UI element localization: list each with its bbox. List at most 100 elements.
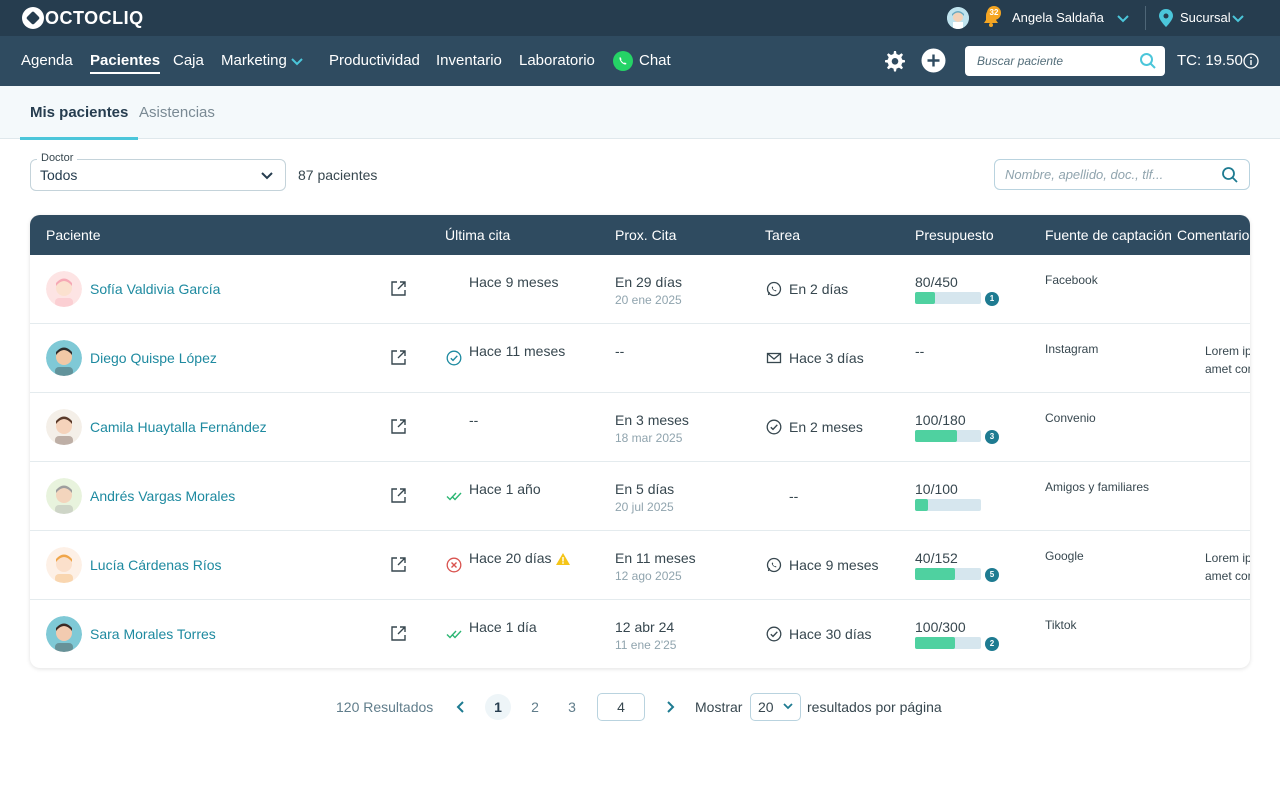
page-3[interactable]: 3 — [559, 694, 585, 720]
col-ultima-cita[interactable]: Última cita — [445, 227, 510, 243]
check-circle-icon — [766, 419, 782, 435]
budget-progress-fill — [915, 292, 935, 304]
comment: Lorem ipsum dolor sit amet consectetur — [1205, 342, 1250, 378]
table-row[interactable]: Sara Morales Torres Hace 1 día 12 abr 24 11… — [30, 600, 1250, 668]
table-search-input[interactable] — [995, 160, 1215, 189]
open-external-icon[interactable] — [390, 418, 407, 435]
info-icon[interactable] — [1243, 53, 1259, 69]
patient-name-link[interactable]: Diego Quispe López — [90, 350, 217, 366]
chevron-down-icon[interactable] — [782, 700, 794, 712]
table-row[interactable]: Camila Huaytalla Fernández -- En 3 meses 18… — [30, 393, 1250, 462]
col-paciente[interactable]: Paciente — [46, 227, 100, 243]
budget-progress — [915, 568, 981, 580]
chevron-right-icon[interactable] — [663, 700, 677, 714]
doctor-select-label: Doctor — [37, 152, 78, 164]
whatsapp-icon — [766, 281, 782, 297]
user-avatar[interactable] — [947, 7, 969, 29]
next-appointment: En 5 días — [615, 481, 675, 497]
results-count: 120 Resultados — [336, 699, 434, 715]
open-external-icon[interactable] — [390, 556, 407, 573]
budget: -- — [915, 343, 925, 359]
open-external-icon[interactable] — [390, 487, 407, 504]
budget: 100/300 — [915, 619, 966, 635]
chevron-left-icon[interactable] — [454, 700, 468, 714]
exchange-rate: TC: 19.50 — [1177, 52, 1243, 69]
table-row[interactable]: Lucía Cárdenas Ríos Hace 20 días En 11 mes… — [30, 531, 1250, 600]
nav-inventario[interactable]: Inventario — [436, 52, 502, 69]
patients-table: Paciente Última cita Prox. Cita Tarea Pr… — [30, 215, 1250, 668]
next-appointment: -- — [615, 343, 625, 359]
budget-progress-fill — [915, 499, 928, 511]
patient-name-link[interactable]: Sofía Valdivia García — [90, 281, 220, 297]
table-row[interactable]: Sofía Valdivia García Hace 9 meses En 29 d… — [30, 255, 1250, 324]
chevron-down-icon[interactable] — [1231, 11, 1245, 25]
budget-progress-fill — [915, 568, 955, 580]
col-comentario[interactable]: Comentario — [1177, 227, 1249, 243]
budget-progress — [915, 430, 981, 442]
add-icon[interactable] — [921, 48, 946, 73]
nav-agenda[interactable]: Agenda — [21, 52, 73, 69]
task[interactable]: Hace 9 meses — [789, 557, 878, 573]
nav-laboratorio[interactable]: Laboratorio — [519, 52, 595, 69]
budget-count-badge: 3 — [985, 430, 999, 444]
open-external-icon[interactable] — [390, 349, 407, 366]
gear-icon[interactable] — [882, 49, 906, 73]
table-row[interactable]: Diego Quispe López Hace 11 meses -- Hace 3 … — [30, 324, 1250, 393]
table-row[interactable]: Andrés Vargas Morales Hace 1 año En 5 días… — [30, 462, 1250, 531]
user-name[interactable]: Angela Saldaña — [1012, 10, 1104, 25]
search-icon[interactable] — [1139, 52, 1157, 70]
open-external-icon[interactable] — [390, 280, 407, 297]
budget: 100/180 — [915, 412, 966, 428]
nav-pacientes[interactable]: Pacientes — [90, 52, 161, 74]
page-2[interactable]: 2 — [522, 694, 548, 720]
next-appointment: En 29 días — [615, 274, 682, 290]
patient-count: 87 pacientes — [298, 167, 378, 183]
patient-name-link[interactable]: Lucía Cárdenas Ríos — [90, 557, 222, 573]
col-fuente[interactable]: Fuente de captación — [1045, 227, 1172, 243]
open-external-icon[interactable] — [390, 625, 407, 642]
task[interactable]: Hace 3 días — [789, 350, 864, 366]
patient-avatar — [46, 547, 82, 583]
doctor-select-value[interactable]: Todos — [40, 167, 77, 183]
patient-name-link[interactable]: Sara Morales Torres — [90, 626, 216, 642]
patient-name-link[interactable]: Andrés Vargas Morales — [90, 488, 235, 504]
task[interactable]: En 2 días — [789, 281, 848, 297]
table-header: Paciente Última cita Prox. Cita Tarea Pr… — [30, 215, 1250, 255]
comment-line: amet consectetur — [1205, 569, 1250, 583]
col-prox-cita[interactable]: Prox. Cita — [615, 227, 676, 243]
comment-line: amet consectetur — [1205, 362, 1250, 376]
budget: 80/450 — [915, 274, 958, 290]
tab-mis-pacientes[interactable]: Mis pacientes — [20, 86, 139, 140]
col-presupuesto[interactable]: Presupuesto — [915, 227, 994, 243]
notification-badge: 32 — [987, 6, 1001, 20]
logo-mark-icon — [22, 7, 44, 29]
nav-marketing[interactable]: Marketing — [221, 52, 287, 69]
chevron-down-icon[interactable] — [260, 168, 274, 182]
branch-selector[interactable]: Sucursal — [1180, 10, 1231, 25]
tab-asistencias[interactable]: Asistencias — [129, 86, 225, 139]
chevron-down-icon[interactable] — [290, 54, 304, 68]
chevron-down-icon[interactable] — [1116, 11, 1130, 25]
nav-productividad[interactable]: Productividad — [329, 52, 420, 69]
patient-name-link[interactable]: Camila Huaytalla Fernández — [90, 419, 267, 435]
search-icon[interactable] — [1221, 166, 1239, 184]
task[interactable]: -- — [789, 488, 798, 504]
budget-count-badge: 2 — [985, 637, 999, 651]
logo[interactable]: OCTOCLIQ — [22, 6, 144, 30]
next-appointment-date: 18 mar 2025 — [615, 431, 683, 445]
nav-caja[interactable]: Caja — [173, 52, 204, 69]
task[interactable]: Hace 30 días — [789, 626, 872, 642]
next-appointment-date: 20 jul 2025 — [615, 500, 674, 514]
col-tarea[interactable]: Tarea — [765, 227, 800, 243]
budget-progress — [915, 637, 981, 649]
task[interactable]: En 2 meses — [789, 419, 863, 435]
nav-chat[interactable]: Chat — [639, 52, 671, 69]
whatsapp-icon[interactable] — [612, 50, 634, 72]
patient-search-input[interactable] — [965, 46, 1135, 76]
tab-bar: Mis pacientes Asistencias — [0, 86, 1280, 140]
lead-source: Tiktok — [1045, 618, 1077, 632]
page-1[interactable]: 1 — [485, 694, 511, 720]
patient-avatar — [46, 271, 82, 307]
page-input[interactable]: 4 — [597, 693, 645, 721]
per-page-value[interactable]: 20 — [758, 699, 774, 715]
